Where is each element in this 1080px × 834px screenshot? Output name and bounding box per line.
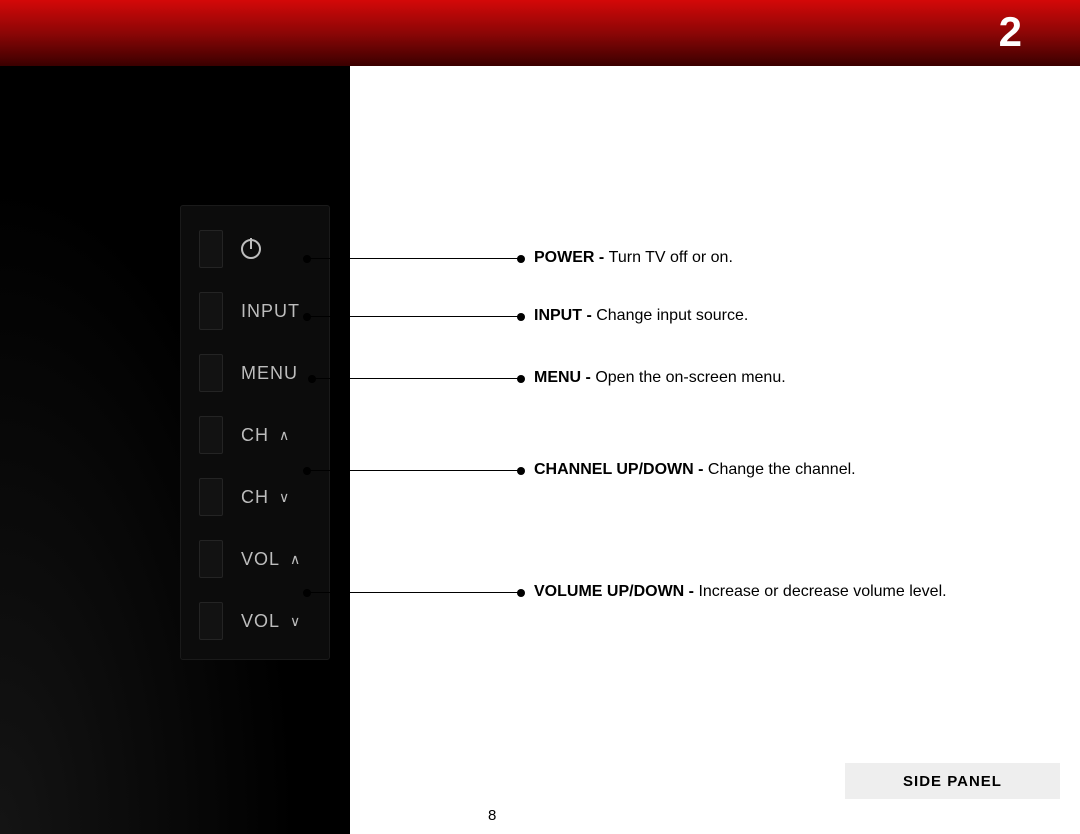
volume-down-button[interactable]: [199, 602, 223, 640]
leader-power: [307, 258, 521, 259]
leader-input: [307, 316, 521, 317]
vol-up-button-row: VOL∧: [181, 534, 331, 584]
menu-button[interactable]: [199, 354, 223, 392]
vol-down-button-row: VOL∨: [181, 596, 331, 646]
volume-down-label: VOL∨: [241, 611, 301, 632]
chapter-number: 2: [999, 8, 1022, 56]
input-button-row: INPUT: [181, 286, 331, 336]
leader-menu: [312, 378, 521, 379]
channel-down-label: CH∨: [241, 487, 290, 508]
ch-down-button-row: CH∨: [181, 472, 331, 522]
power-button-row: [181, 224, 331, 274]
desc-volume: VOLUME UP/DOWN - Increase or decrease vo…: [534, 583, 947, 601]
channel-up-label: CH∧: [241, 425, 290, 446]
leader-volume: [307, 592, 521, 593]
power-icon: [241, 239, 261, 259]
ch-up-button-row: CH∧: [181, 410, 331, 460]
menu-button-label: MENU: [241, 363, 298, 384]
page-number: 8: [488, 807, 496, 824]
desc-menu: MENU - Open the on-screen menu.: [534, 369, 786, 387]
chapter-banner: 2: [0, 0, 1080, 66]
leader-channel: [307, 470, 521, 471]
power-button[interactable]: [199, 230, 223, 268]
side-panel-badge: SIDE PANEL: [845, 763, 1060, 799]
desc-input: INPUT - Change input source.: [534, 307, 748, 325]
volume-up-button[interactable]: [199, 540, 223, 578]
desc-channel: CHANNEL UP/DOWN - Change the channel.: [534, 461, 856, 479]
channel-down-button[interactable]: [199, 478, 223, 516]
menu-button-row: MENU: [181, 348, 331, 398]
input-button[interactable]: [199, 292, 223, 330]
channel-up-button[interactable]: [199, 416, 223, 454]
input-button-label: INPUT: [241, 301, 300, 322]
volume-up-label: VOL∧: [241, 549, 301, 570]
desc-power: POWER - Turn TV off or on.: [534, 249, 733, 267]
